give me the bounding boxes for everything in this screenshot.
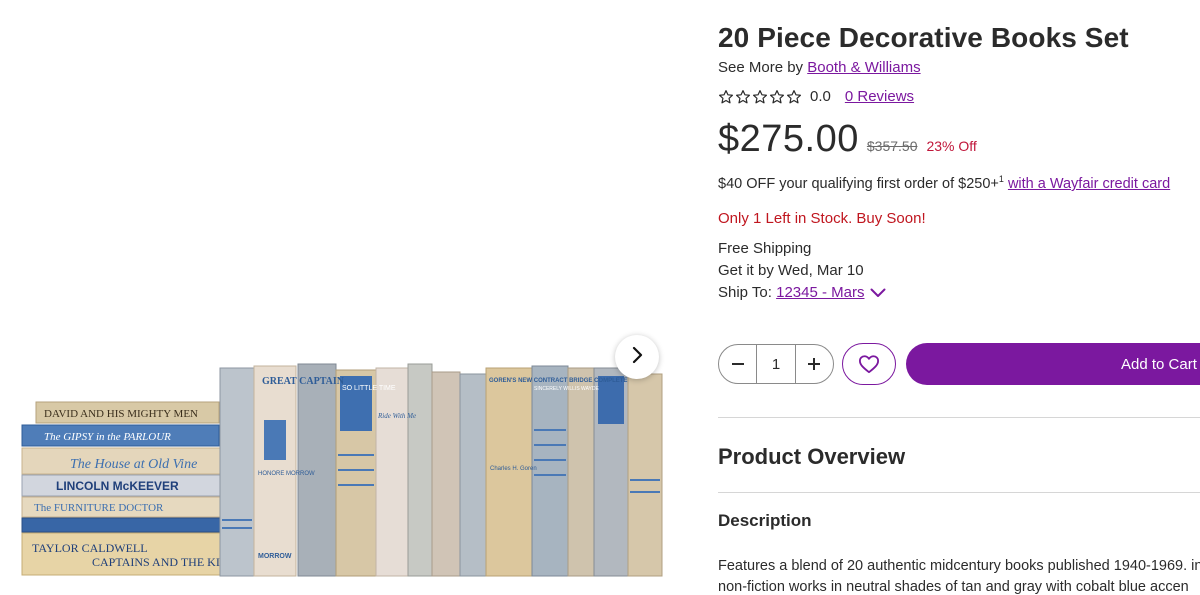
original-price: $357.50: [866, 138, 918, 154]
rating-stars: [718, 89, 802, 105]
star-empty-icon: [770, 89, 784, 103]
description-line: Features a blend of 20 authentic midcent…: [718, 558, 1200, 574]
add-to-favorites-button[interactable]: [842, 343, 896, 385]
stock-warning: Only 1 Left in Stock. Buy Soon!: [718, 210, 926, 227]
book-title-goren: GOREN'S NEW CONTRACT BRIDGE COMPLETE: [489, 378, 627, 384]
promo-text: $40 OFF your qualifying first order of $…: [718, 175, 999, 192]
minus-icon: [731, 363, 744, 365]
next-image-button[interactable]: [615, 335, 659, 379]
product-info-panel: 20 Piece Decorative Books Set See More b…: [718, 0, 1200, 595]
book-author-morrow: HONORE MORROW: [258, 471, 315, 477]
promo-footnote: 1: [998, 174, 1004, 184]
sale-price: $275.00: [718, 118, 859, 160]
standing-books: GREAT CAPTAIN HONORE MORROW SO LITTLE TI…: [219, 363, 663, 577]
ship-to-row: Ship To: 12345 - Mars: [718, 284, 886, 301]
divider: [718, 417, 1200, 418]
divider: [718, 492, 1200, 493]
book-title-great-captain: GREAT CAPTAIN: [262, 376, 345, 387]
credit-card-promo: $40 OFF your qualifying first order of $…: [718, 174, 1170, 192]
description-heading: Description: [718, 511, 812, 530]
star-empty-icon: [787, 89, 801, 103]
credit-card-link[interactable]: with a Wayfair credit card: [1008, 176, 1170, 192]
shipping-info: Free Shipping: [718, 240, 812, 257]
product-image-gallery: DAVID AND HIS MIGHTY MEN The GIPSY in th…: [0, 0, 690, 595]
heart-icon: [859, 355, 879, 374]
book-publisher-morrow: MORROW: [258, 553, 292, 560]
increase-quantity-button[interactable]: [796, 345, 833, 383]
description-text: Features a blend of 20 authentic midcent…: [718, 556, 1200, 595]
ship-to-label: Ship To:: [718, 284, 772, 301]
book-title-willis-wayde: SINCERELY WILLIS WAYDE: [534, 386, 599, 392]
price-row: $275.00 $357.50 23% Off: [718, 118, 977, 161]
book-title-so-little-time: SO LITTLE TIME: [342, 385, 396, 392]
book-author-caldwell: TAYLOR CALDWELL: [32, 541, 148, 555]
book-title-gipsy: The GIPSY in the PARLOUR: [44, 431, 171, 443]
discount-badge: 23% Off: [926, 138, 977, 154]
star-empty-icon: [736, 89, 750, 103]
see-more-line: See More by Booth & Williams: [718, 59, 921, 76]
star-empty-icon: [719, 89, 733, 103]
product-title: 20 Piece Decorative Books Set: [718, 22, 1129, 53]
book-author-goren: Charles H. Goren: [490, 466, 537, 472]
book-title-lincoln: LINCOLN McKEEVER: [56, 479, 179, 493]
reviews-link[interactable]: 0 Reviews: [845, 88, 914, 105]
ship-to-zip-link[interactable]: 12345 - Mars: [776, 284, 864, 301]
description-line: non-fiction works in neutral shades of t…: [718, 579, 1189, 595]
plus-icon: [808, 358, 821, 370]
rating-row: 0.0 0 Reviews: [718, 88, 914, 105]
book-title-old-vine: The House at Old Vine: [70, 457, 197, 472]
product-overview-heading: Product Overview: [718, 444, 906, 469]
quantity-input[interactable]: 1: [756, 345, 796, 383]
book-title-furniture: The FURNITURE DOCTOR: [34, 502, 164, 514]
see-more-prefix: See More by: [718, 59, 804, 76]
stacked-books: DAVID AND HIS MIGHTY MEN The GIPSY in th…: [21, 401, 244, 576]
decorative-books-image: DAVID AND HIS MIGHTY MEN The GIPSY in th…: [21, 363, 663, 577]
chevron-right-icon: [630, 346, 644, 369]
brand-link[interactable]: Booth & Williams: [807, 59, 920, 76]
book-title-ride-with-me: Ride With Me: [377, 412, 416, 420]
star-empty-icon: [753, 89, 767, 103]
quantity-stepper: 1: [718, 344, 834, 384]
rating-score: 0.0: [810, 88, 831, 105]
add-to-cart-button[interactable]: Add to Cart: [906, 343, 1200, 385]
delivery-estimate: Get it by Wed, Mar 10: [718, 262, 864, 279]
book-title-david: DAVID AND HIS MIGHTY MEN: [44, 408, 198, 420]
decrease-quantity-button[interactable]: [719, 345, 756, 383]
chevron-down-icon[interactable]: [870, 288, 886, 298]
